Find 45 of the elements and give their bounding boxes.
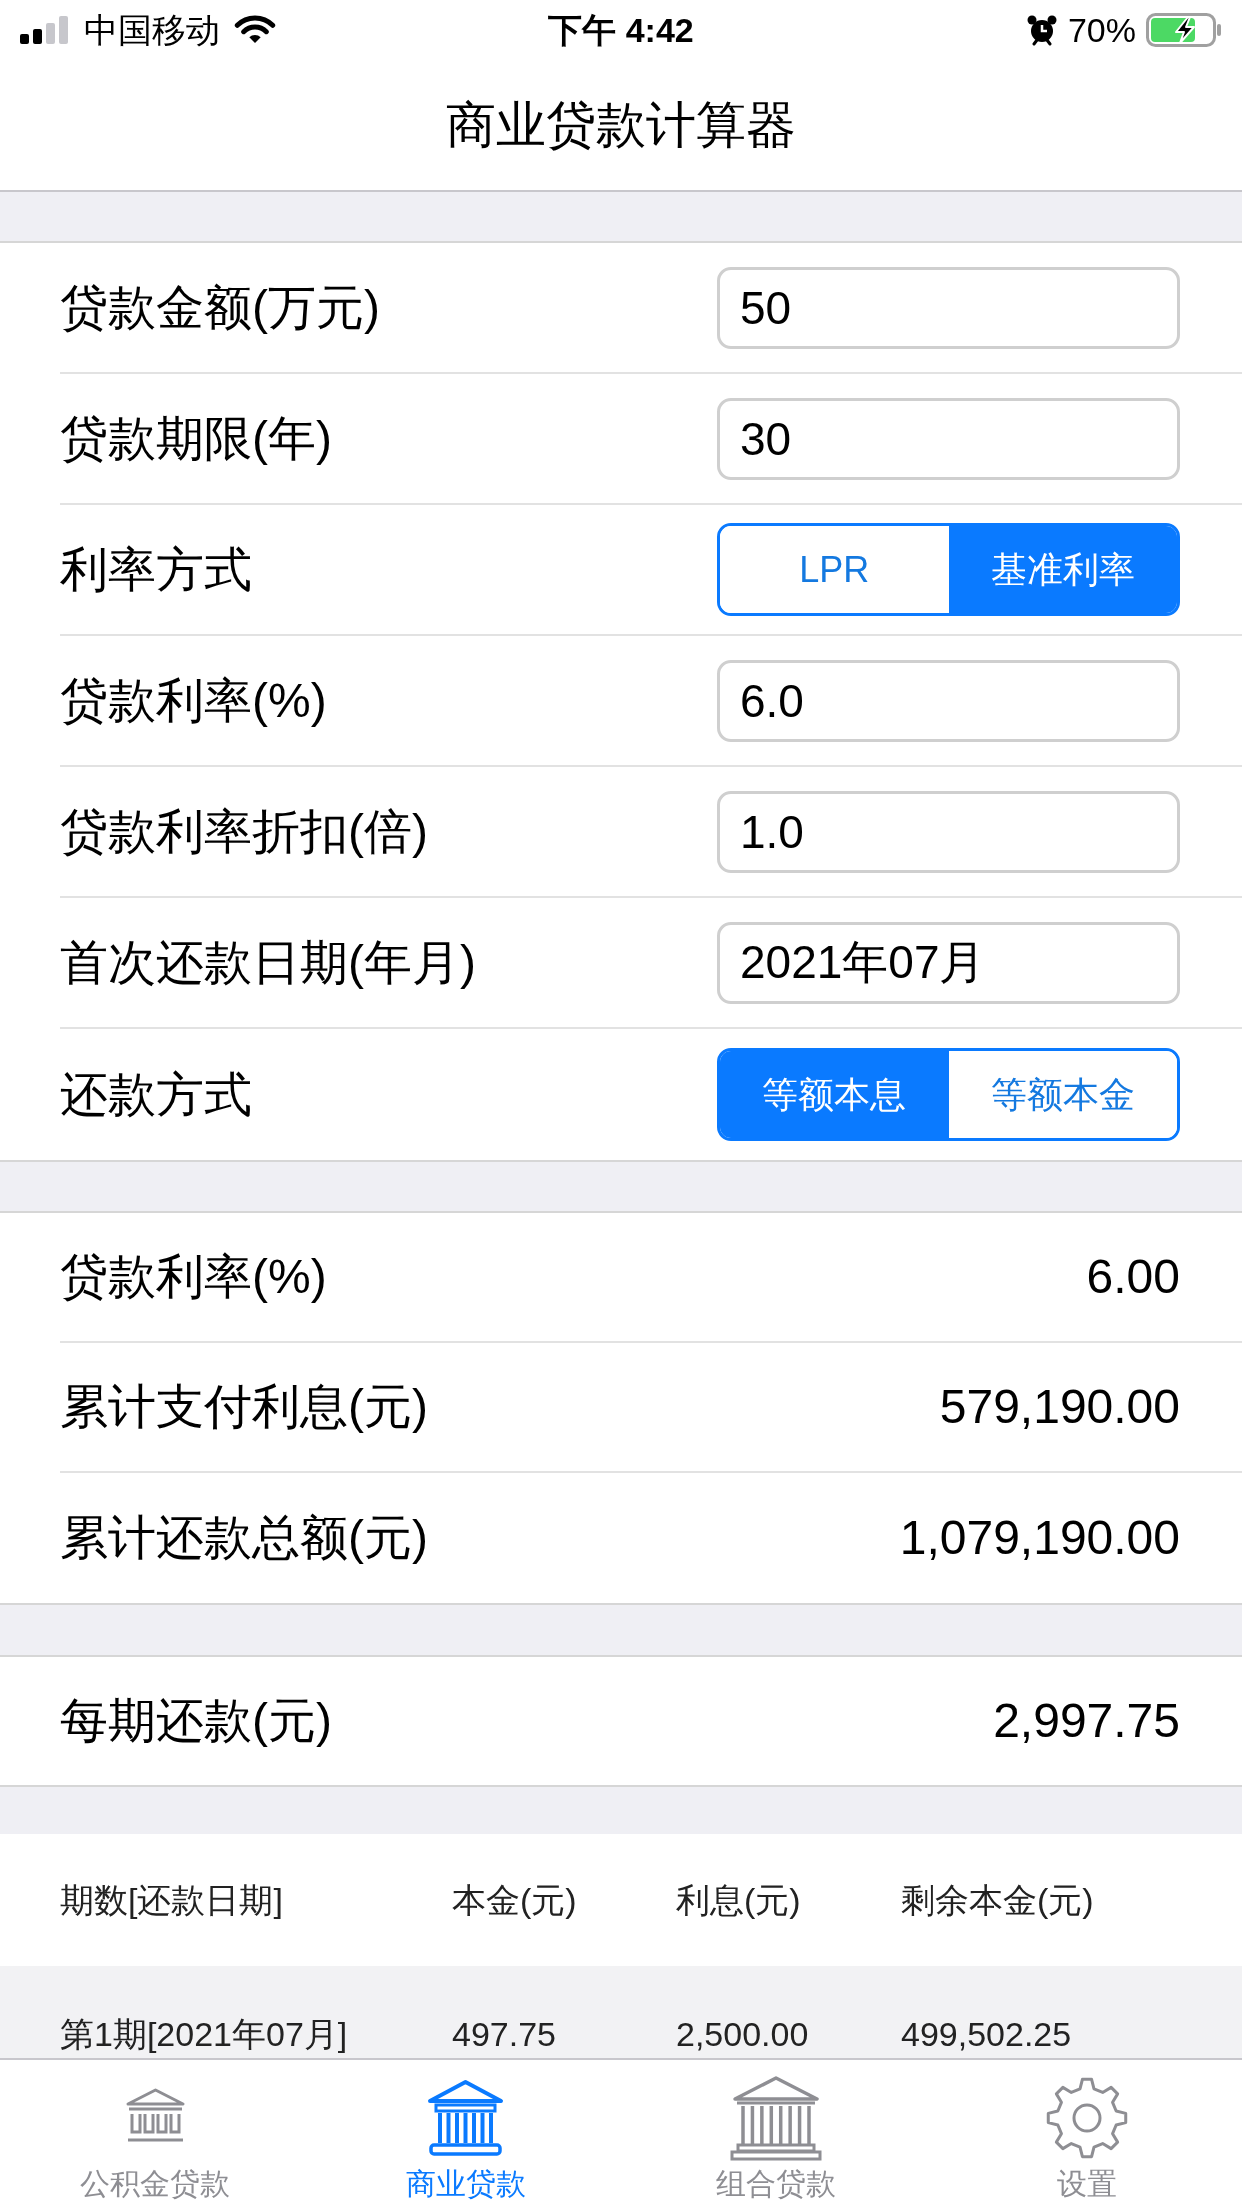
result-label: 贷款利率(%) [60, 1249, 327, 1305]
field-label: 利率方式 [60, 541, 252, 598]
field-label: 贷款期限(年) [60, 410, 332, 467]
battery-charging-icon [1146, 13, 1222, 47]
table-cell-text: 497.75 [452, 2014, 557, 2054]
bank-icon [729, 2074, 824, 2162]
result-value: 579,190.00 [939, 1379, 1180, 1435]
field-label: 贷款利率折扣(倍) [60, 803, 428, 860]
battery-percent: 70% [1067, 13, 1136, 47]
column-header: 利息(元) [676, 1879, 802, 1921]
signal-icon [20, 16, 70, 44]
result-value: 6.00 [1086, 1249, 1180, 1305]
settings-icon [1044, 2076, 1129, 2160]
field-label: 还款方式 [60, 1066, 252, 1123]
field-label: 首次还款日期(年月) [60, 934, 476, 991]
status-time: 下午 4:42 [548, 13, 694, 47]
text-field[interactable]: 30 [717, 397, 1180, 480]
table-cell-text: 499,502.25 [901, 2014, 1073, 2054]
tab-item[interactable]: 组合贷款 [621, 2060, 932, 2208]
column-header: 剩余本金(元) [901, 1879, 1095, 1921]
segment-tab[interactable]: 等额本息 [720, 1051, 949, 1138]
text-field[interactable]: 6.0 [717, 659, 1180, 742]
wifi-icon [234, 15, 276, 45]
payment-label: 每期还款(元) [60, 1693, 332, 1749]
column-header: 本金(元) [452, 1879, 578, 1921]
result-value: 1,079,190.00 [899, 1510, 1180, 1566]
tab-item[interactable]: 商业贷款 [310, 2060, 621, 2208]
payment-value: 2,997.75 [993, 1693, 1180, 1749]
result-label: 累计支付利息(元) [60, 1379, 428, 1435]
bank-icon [426, 2078, 506, 2158]
alarm-icon [1025, 14, 1058, 46]
result-label: 累计还款总额(元) [60, 1510, 428, 1566]
text-field[interactable]: 1.0 [717, 790, 1180, 873]
table-cell-text: 第1期[2021年07月] [60, 2014, 349, 2054]
column-header: 期数[还款日期] [60, 1879, 284, 1921]
segment-tab[interactable]: 基准利率 [948, 526, 1177, 613]
text-field[interactable]: 2021年07月 [717, 921, 1180, 1004]
text-field[interactable]: 50 [717, 266, 1180, 349]
carrier-name: 中国移动 [84, 13, 220, 47]
table-cell-text: 2,500.00 [676, 2014, 810, 2054]
screen-title: 商业贷款计算器 [446, 95, 796, 155]
field-label: 贷款金额(万元) [60, 279, 380, 336]
tab-item[interactable]: 设置 [931, 2060, 1242, 2208]
tab-item[interactable]: 公积金贷款 [0, 2060, 311, 2208]
field-label: 贷款利率(%) [60, 672, 327, 729]
